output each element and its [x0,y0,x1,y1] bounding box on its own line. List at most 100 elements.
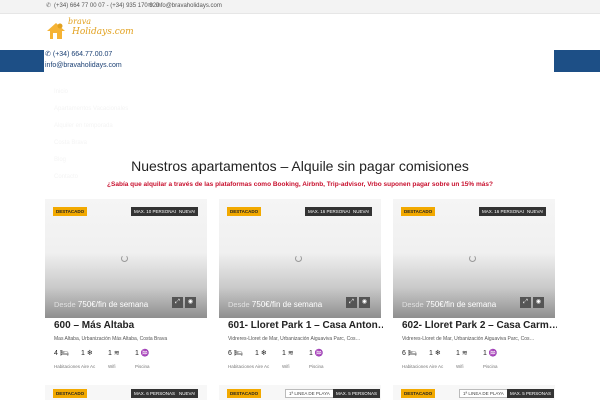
label-ac: Aire Ac [81,364,96,369]
label-wifi: Wifi [456,364,464,369]
menu-item-temporada[interactable]: Alquiler en temporada [54,123,113,129]
featured-badge: DESTACADO [401,207,436,216]
featured-badge: DESTACADO [227,389,262,398]
pool-icon: ♒ [488,350,498,357]
snowflake-icon: ❄ [86,350,93,357]
feature-wifi: 1 ≋ [456,349,468,358]
header-email[interactable]: info@bravaholidays.com [45,60,122,71]
rooms-value: 6 [402,349,406,357]
snowflake-icon: ❄ [434,350,441,357]
property-card[interactable]: DESTACADO MAX. 16 PERSONAS NUEVA! Desde … [219,199,383,379]
new-badge: NUEVA! [176,207,199,216]
section-heading: Nuestros apartamentos – Alquile sin paga… [131,158,469,174]
wifi-value: 1 [456,349,460,357]
wifi-icon: ≋ [113,350,120,357]
rooms-value: 6 [228,349,232,357]
new-badge: NUEVA! [524,207,547,216]
price-from: Desde [228,300,250,309]
max-persons-badge: MAX. 16 PERSONAS [479,207,529,216]
new-badge: NUEVA! [176,389,199,398]
label-wifi: Wifi [282,364,290,369]
site-logo[interactable]: brava Holidays.com [46,15,134,45]
property-card[interactable]: DESTACADO MAX. 10 PERSONAS NUEVA! Desde … [45,199,207,379]
bed-icon: 🛏 [407,350,417,357]
featured-badge: DESTACADO [53,389,88,398]
section-subheading: ¿Sabía que alquilar a través de las plat… [107,181,493,188]
wifi-icon: ≋ [461,350,468,357]
ac-value: 1 [81,349,85,357]
loading-spinner-icon [469,255,476,262]
expand-icon[interactable]: ⤢ [520,297,531,308]
snowflake-icon: ❄ [260,350,267,357]
menu-item-apartamentos[interactable]: Apartamentos Vacacionales [54,106,128,112]
phone-icon: ✆ [46,3,52,9]
feature-ac: 1 ❄ [429,349,441,358]
envelope-icon: ✉ [148,3,154,9]
price-label: Desde 750€/fin de semana [402,300,496,309]
house-logo-icon [47,23,65,39]
wifi-value: 1 [108,349,112,357]
menu-item-contacto[interactable]: Contacto [54,174,78,180]
label-pool: Piscina [135,364,150,369]
label-pool: Piscina [483,364,498,369]
property-address: Vidreres-Lloret de Mar, Urbanización Aig… [402,336,535,342]
property-title[interactable]: 600 – Más Altaba [54,320,204,331]
expand-icon[interactable]: ⤢ [346,297,357,308]
top-email-text: info@bravaholidays.com [156,2,222,9]
label-rooms: Habitaciones [402,364,429,369]
feature-ac: 1 ❄ [255,349,267,358]
menu-item-costa-brava[interactable]: Costa Brava [54,140,87,146]
property-title[interactable]: 601- Lloret Park 1 – Casa Anton… [228,320,383,331]
feature-pool: 1 ♒ [309,349,324,358]
feature-wifi: 1 ≋ [282,349,294,358]
max-persons-badge: MAX. 5 PERSONAS [333,389,381,398]
page: ✆ (+34) 664 77 00 07 - (+34) 935 170 920… [0,0,600,400]
feature-pool: 1 ♒ [135,349,150,358]
logo-line2: Holidays.com [72,27,134,37]
feature-ac: 1 ❄ [81,349,93,358]
property-card[interactable]: DESTACADO MAX. 6 PERSONAS NUEVA! [45,385,207,400]
property-card[interactable]: DESTACADO MAX. 16 PERSONAS NUEVA! Desde … [393,199,557,379]
max-persons-badge: MAX. 5 PERSONAS [507,389,555,398]
label-rooms: Habitaciones [228,364,255,369]
logo-line1: brava [68,17,92,26]
featured-badge: DESTACADO [53,207,88,216]
top-email[interactable]: ✉ info@bravaholidays.com [148,2,222,10]
loading-spinner-icon [121,255,128,262]
property-card[interactable]: DESTACADO 1ª LINEA DE PLAYA MAX. 5 PERSO… [219,385,381,400]
property-title[interactable]: 602- Lloret Park 2 – Casa Carm… [402,320,557,331]
price-value: 750€/fin de semana [77,300,149,309]
pool-icon: ♒ [140,350,150,357]
expand-icon[interactable]: ⤢ [172,297,183,308]
pool-icon: ♒ [314,350,324,357]
header-contact: ✆ (+34) 664.77.00.07 info@bravaholidays.… [45,49,122,71]
feature-rooms: 4 🛏 [54,349,69,358]
feature-rooms: 6 🛏 [402,349,417,358]
pool-value: 1 [483,349,487,357]
new-badge: NUEVA! [350,207,373,216]
pool-value: 1 [309,349,313,357]
top-phones[interactable]: ✆ (+34) 664 77 00 07 - (+34) 935 170 920 [46,2,160,10]
feature-wifi: 1 ≋ [108,349,120,358]
property-address: Mas Altaba, Urbanización Más Altaba, Cos… [54,336,168,342]
beach-badge: 1ª LINEA DE PLAYA [285,389,334,398]
header-phone[interactable]: ✆ (+34) 664.77.00.07 [45,49,122,60]
top-phones-text: (+34) 664 77 00 07 - (+34) 935 170 920 [54,2,160,9]
ac-value: 1 [255,349,259,357]
max-persons-badge: MAX. 16 PERSONAS [305,207,355,216]
feature-rooms: 6 🛏 [228,349,243,358]
featured-badge: DESTACADO [227,207,262,216]
property-card[interactable]: DESTACADO 1ª LINEA DE PLAYA MAX. 5 PERSO… [393,385,555,400]
wifi-icon: ≋ [287,350,294,357]
favorite-icon[interactable]: ◉ [359,297,370,308]
price-from: Desde [54,300,76,309]
label-ac: Aire Ac [429,364,444,369]
favorite-icon[interactable]: ◉ [533,297,544,308]
header-phone-text: (+34) 664.77.00.07 [52,51,113,58]
favorite-icon[interactable]: ◉ [185,297,196,308]
header-email-text: info@bravaholidays.com [45,62,122,69]
menu-item-inicio[interactable]: Inicio [54,89,68,95]
price-label: Desde 750€/fin de semana [228,300,322,309]
price-value: 750€/fin de semana [251,300,323,309]
loading-spinner-icon [295,255,302,262]
